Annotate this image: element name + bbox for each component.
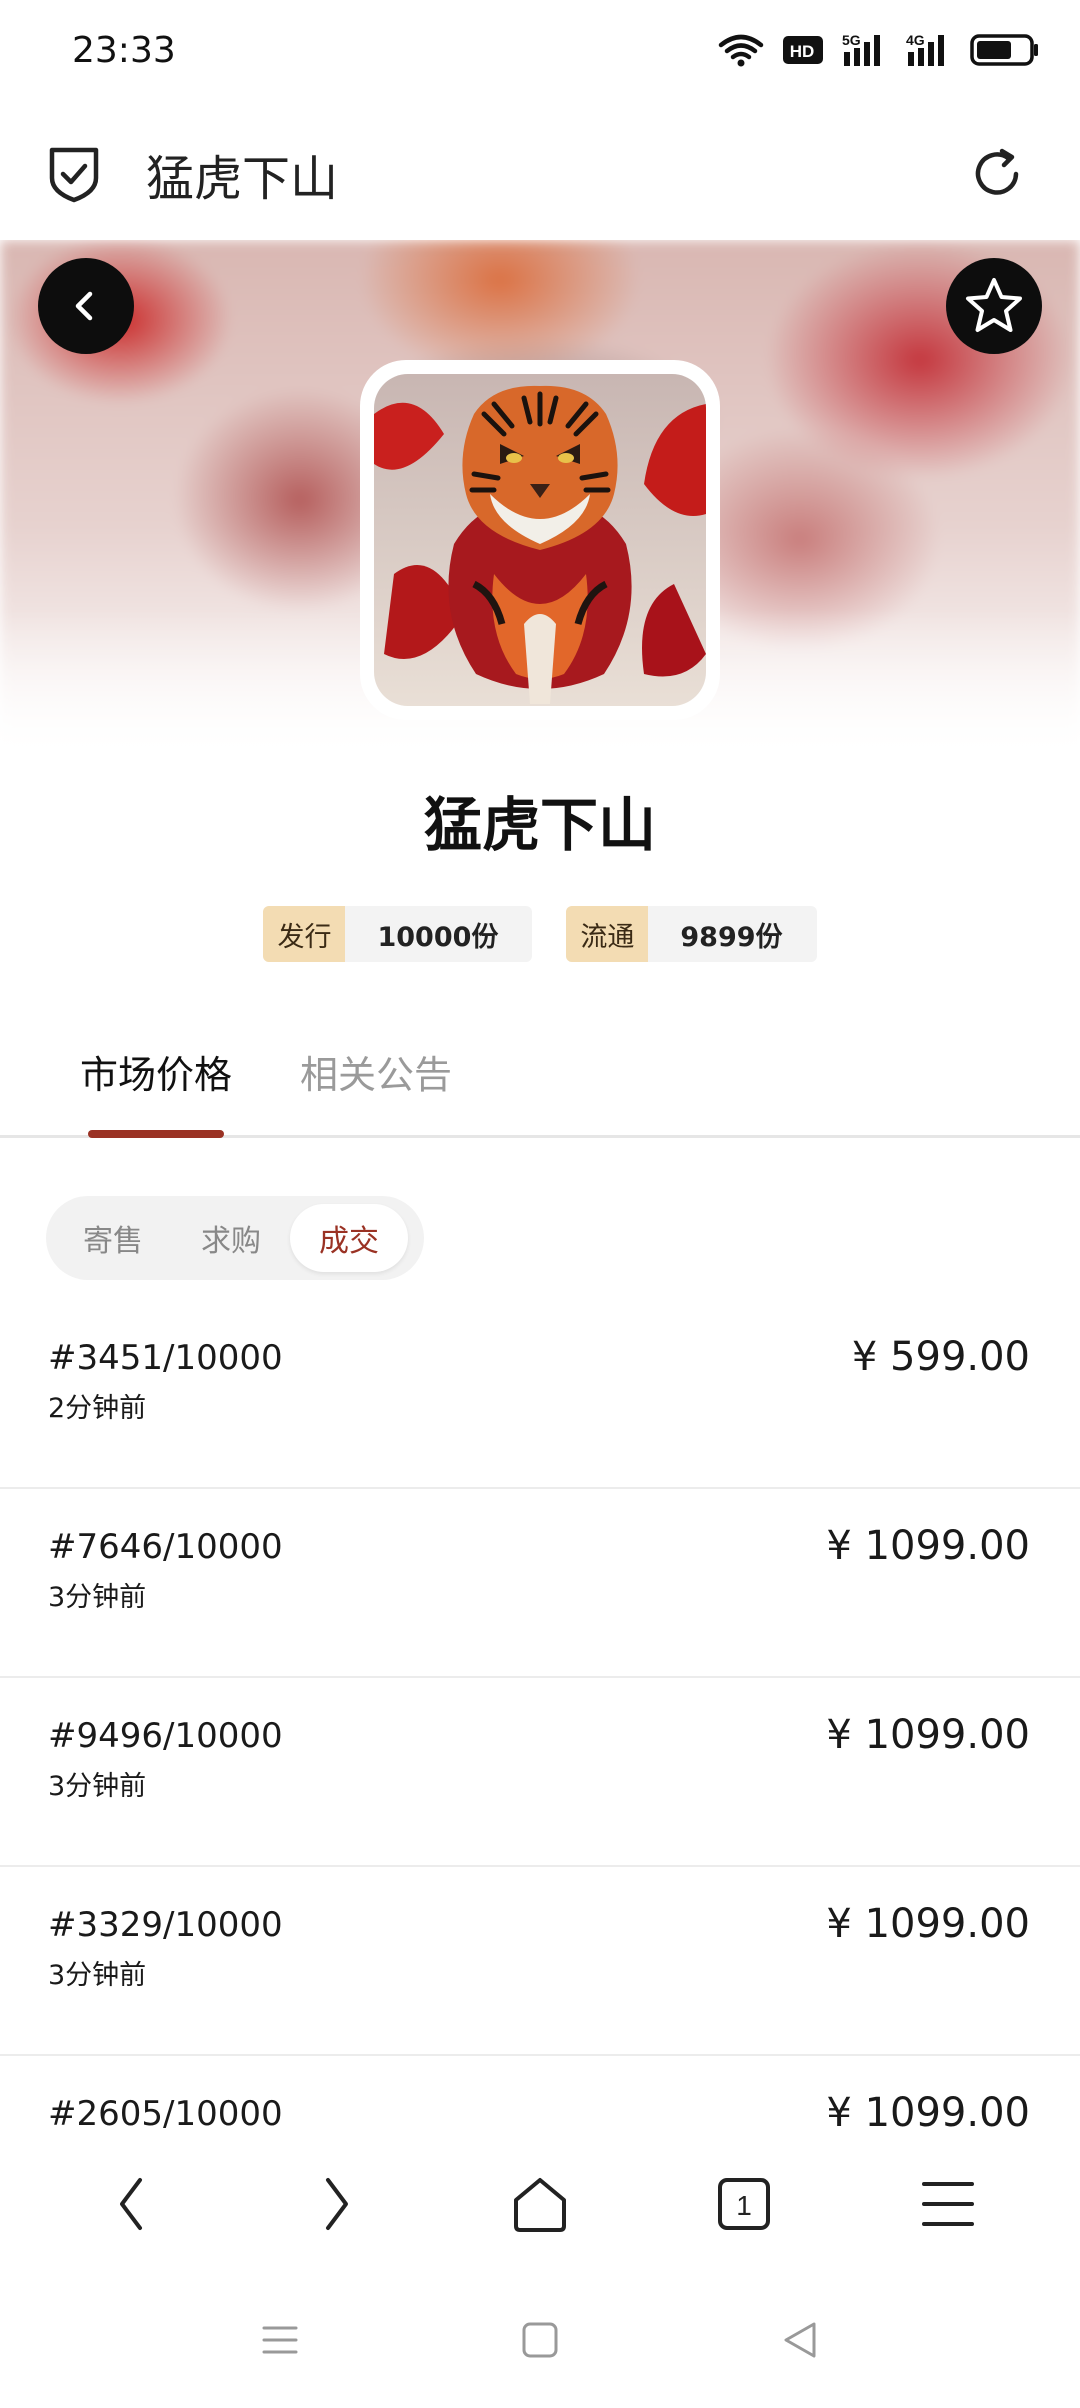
trade-filter: 寄售 求购 成交: [46, 1196, 424, 1280]
reload-icon[interactable]: [968, 145, 1026, 203]
5g-signal-icon: 5G: [842, 32, 880, 66]
circulation-stat: 流通 9899份: [566, 906, 817, 962]
recent-apps-button[interactable]: [250, 2310, 310, 2370]
item-price: ¥ 1099.00: [826, 1712, 1030, 1758]
circulation-value: 9899份: [680, 921, 783, 953]
issued-stat: 发行 10000份: [263, 906, 533, 962]
item-price: ¥ 1099.00: [826, 1523, 1030, 1569]
browser-header: 猛虎下山: [0, 110, 1080, 238]
list-item[interactable]: #3451/10000 2分钟前 ¥ 599.00: [0, 1300, 1080, 1489]
item-time: 3分钟前: [48, 1582, 147, 1613]
item-serial: #3451/10000: [48, 1338, 283, 1378]
system-home-button[interactable]: [510, 2310, 570, 2370]
browser-back-button[interactable]: [92, 2164, 172, 2244]
triangle-back-icon: [784, 2322, 816, 2358]
item-price: ¥ 599.00: [851, 1334, 1030, 1380]
system-back-button[interactable]: [770, 2310, 830, 2370]
active-tab-indicator: [88, 1130, 225, 1138]
shield-check-icon[interactable]: [48, 144, 100, 204]
4g-signal-icon: 4G: [906, 32, 944, 66]
trade-list: #3451/10000 2分钟前 ¥ 599.00 #7646/10000 3分…: [0, 1300, 1080, 2245]
chevron-left-icon: [120, 2178, 142, 2230]
battery-icon: [970, 34, 1038, 66]
5g-label: 5G: [842, 32, 861, 48]
item-serial: #2605/10000: [48, 2094, 283, 2134]
status-bar: 23:33 HD 5G 4G: [0, 0, 1080, 100]
tab-label: 市场价格: [80, 1053, 233, 1097]
filter-consignment[interactable]: 寄售: [54, 1204, 172, 1272]
tab-announcements[interactable]: 相关公告: [300, 1030, 452, 1138]
status-icons: HD 5G 4G: [718, 32, 1040, 68]
square-icon: [522, 2322, 558, 2358]
item-time: 3分钟前: [48, 1960, 147, 1991]
collection-hero: [0, 240, 1080, 760]
collection-stats: 发行 10000份 流通 9899份: [0, 906, 1080, 962]
list-item[interactable]: #9496/10000 3分钟前 ¥ 1099.00: [0, 1678, 1080, 1867]
page-title: 猛虎下山: [146, 151, 339, 207]
browser-tabs-button[interactable]: 1: [704, 2164, 784, 2244]
collection-image-frame: [360, 360, 720, 720]
issued-value: 10000份: [377, 921, 499, 953]
chevron-right-icon: [326, 2178, 348, 2230]
filter-purchase-request[interactable]: 求购: [172, 1204, 290, 1272]
item-price: ¥ 1099.00: [826, 2090, 1030, 2136]
issued-label: 发行: [263, 906, 346, 962]
tabs-count-icon: 1: [718, 2178, 770, 2230]
browser-forward-button[interactable]: [296, 2164, 376, 2244]
hd-label: HD: [790, 42, 815, 61]
filter-completed[interactable]: 成交: [290, 1204, 408, 1272]
back-button[interactable]: [38, 258, 134, 354]
circulation-label: 流通: [566, 906, 649, 962]
chevron-left-icon: [75, 291, 93, 321]
hd-icon: HD: [783, 36, 823, 64]
tab-market-price[interactable]: 市场价格: [80, 1030, 232, 1138]
home-icon: [514, 2178, 566, 2232]
list-item[interactable]: #7646/10000 3分钟前 ¥ 1099.00: [0, 1489, 1080, 1678]
list-item[interactable]: #3329/10000 3分钟前 ¥ 1099.00: [0, 1867, 1080, 2056]
system-navigation-bar: [0, 2272, 1080, 2408]
item-serial: #9496/10000: [48, 1716, 283, 1756]
tab-label: 相关公告: [300, 1053, 453, 1097]
4g-label: 4G: [906, 32, 925, 48]
recents-icon: [262, 2326, 298, 2354]
item-serial: #7646/10000: [48, 1527, 283, 1567]
item-time: 3分钟前: [48, 1771, 147, 1802]
collection-name: 猛虎下山: [423, 791, 656, 859]
item-serial: #3329/10000: [48, 1905, 283, 1945]
content-tabs: 市场价格 相关公告: [0, 1030, 1080, 1138]
favorite-button[interactable]: [946, 258, 1042, 354]
browser-toolbar: 1: [0, 2136, 1080, 2272]
menu-icon: [922, 2182, 974, 2226]
item-price: ¥ 1099.00: [826, 1901, 1030, 1947]
wifi-icon: [718, 34, 764, 67]
browser-menu-button[interactable]: [908, 2164, 988, 2244]
tiger-artwork: [374, 374, 706, 706]
item-time: 2分钟前: [48, 1393, 147, 1424]
browser-home-button[interactable]: [500, 2164, 580, 2244]
tab-count: 1: [736, 2190, 752, 2221]
star-icon: [966, 278, 1022, 332]
status-time: 23:33: [72, 29, 176, 71]
